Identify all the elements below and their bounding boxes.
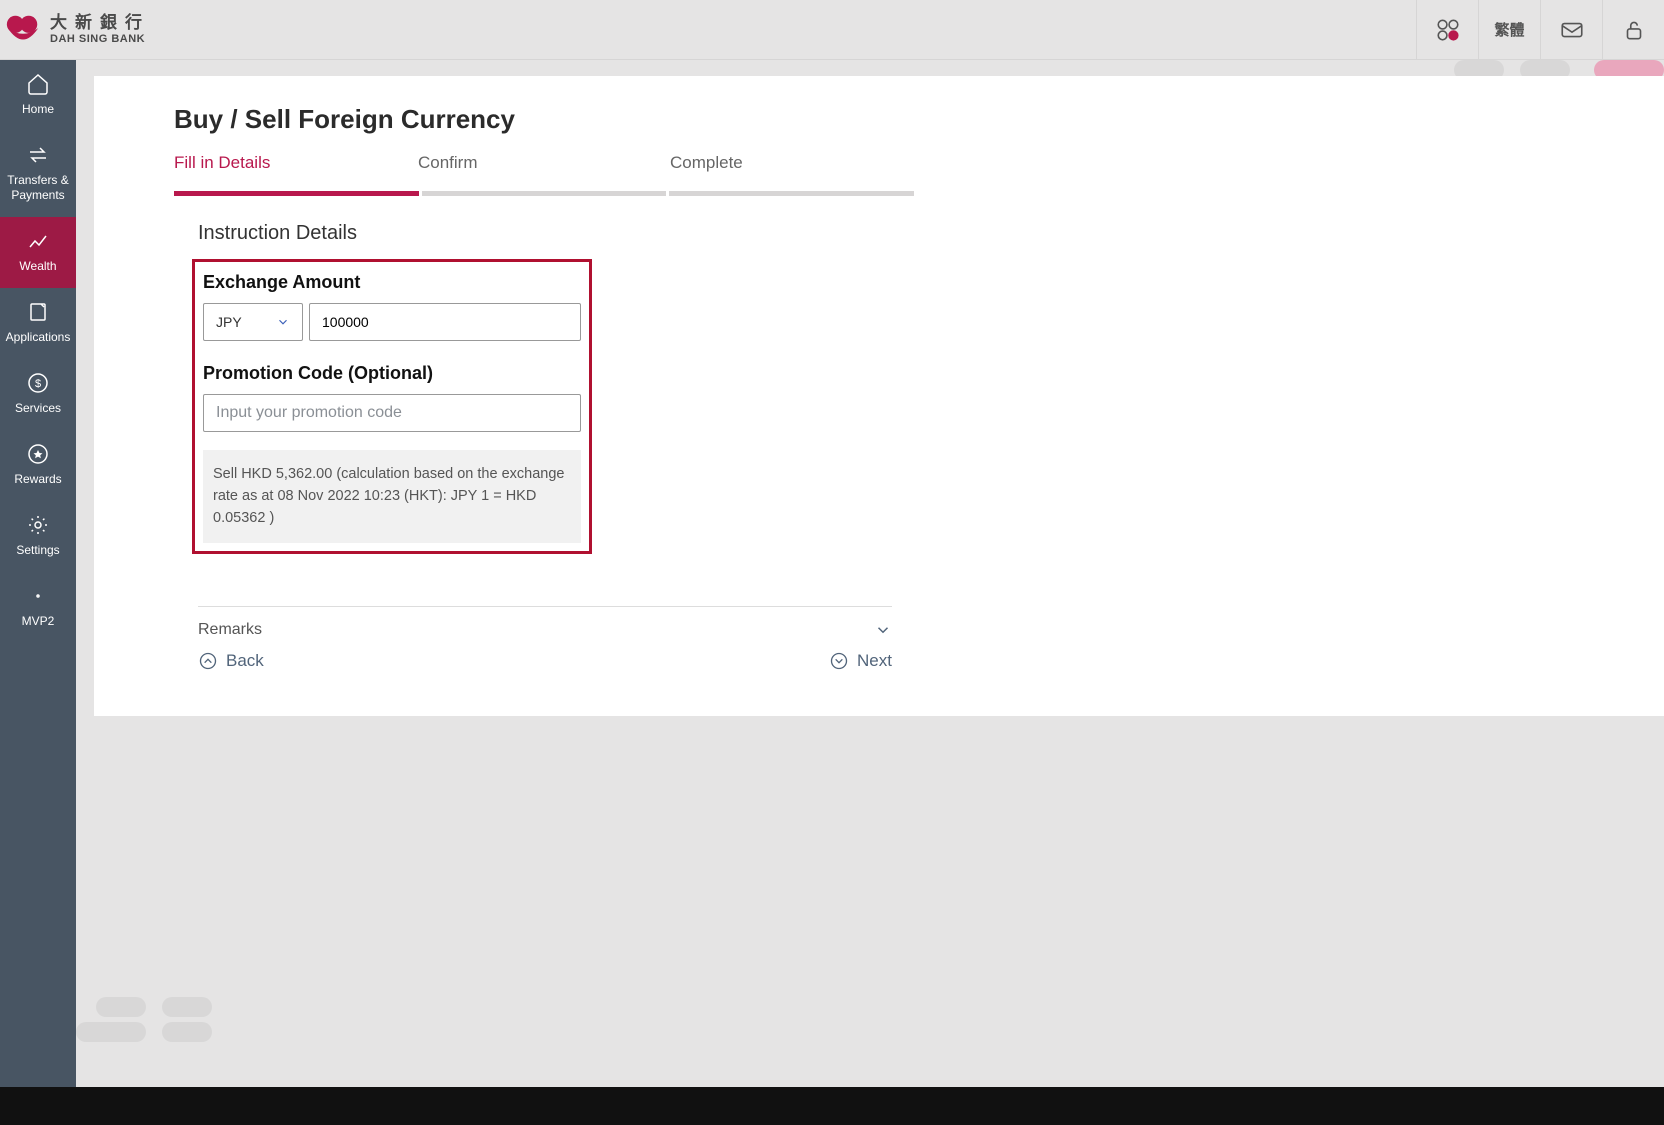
next-label: Next xyxy=(857,651,892,671)
app-header: 大新銀行 DAH SING BANK 繁體 xyxy=(0,0,1664,60)
step-complete: Complete xyxy=(662,153,914,183)
sidebar-item-label: Wealth xyxy=(19,259,56,274)
step-confirm: Confirm xyxy=(418,153,662,183)
svg-text:$: $ xyxy=(35,378,41,390)
next-button[interactable]: Next xyxy=(829,651,892,671)
step-fill-in-details[interactable]: Fill in Details xyxy=(174,153,418,183)
section-title: Instruction Details xyxy=(198,222,1044,245)
remarks-toggle[interactable]: Remarks xyxy=(198,621,892,639)
sidebar-item-mvp2[interactable]: MVP2 xyxy=(0,572,76,643)
amount-input[interactable] xyxy=(309,303,581,341)
currency-value: JPY xyxy=(216,314,242,330)
sidebar-item-applications[interactable]: Applications xyxy=(0,288,76,359)
divider xyxy=(198,606,892,607)
wealth-icon xyxy=(26,229,50,253)
page-title: Buy / Sell Foreign Currency xyxy=(174,104,1044,135)
sidebar-item-home[interactable]: Home xyxy=(0,60,76,131)
gear-icon xyxy=(26,513,50,537)
sidebar-item-label: Applications xyxy=(6,330,71,345)
brand-name-cn: 大新銀行 xyxy=(50,14,150,33)
exchange-rate-info: Sell HKD 5,362.00 (calculation based on … xyxy=(203,450,581,543)
step-indicator: Fill in Details Confirm Complete xyxy=(174,153,914,183)
sidebar-item-rewards[interactable]: Rewards xyxy=(0,430,76,501)
step-bar xyxy=(174,191,914,196)
sidebar-item-label: Services xyxy=(15,401,61,416)
sidebar-item-services[interactable]: $ Services xyxy=(0,359,76,430)
content-card: Buy / Sell Foreign Currency Fill in Deta… xyxy=(94,76,1664,716)
remarks-label: Remarks xyxy=(198,621,262,639)
circle-chevron-down-icon xyxy=(829,651,849,671)
currency-select[interactable]: JPY xyxy=(203,303,303,341)
footer-bar xyxy=(0,1087,1664,1125)
back-label: Back xyxy=(226,651,264,671)
circle-chevron-up-icon xyxy=(198,651,218,671)
instruction-details-box: Exchange Amount JPY Promotion Code (Opti… xyxy=(192,259,592,554)
mail-icon[interactable] xyxy=(1540,0,1602,60)
main-area: Buy / Sell Foreign Currency Fill in Deta… xyxy=(76,60,1664,1087)
sidebar-item-label: Settings xyxy=(16,543,59,558)
services-icon: $ xyxy=(26,371,50,395)
sidebar-item-label: Home xyxy=(22,102,54,117)
language-toggle[interactable]: 繁體 xyxy=(1478,0,1540,60)
brand-name-en: DAH SING BANK xyxy=(50,33,150,45)
chevron-down-icon xyxy=(276,315,290,329)
sidebar-item-transfers-payments[interactable]: Transfers & Payments xyxy=(0,131,76,217)
sidebar-item-settings[interactable]: Settings xyxy=(0,501,76,572)
exchange-amount-label: Exchange Amount xyxy=(203,272,581,293)
lock-icon[interactable] xyxy=(1602,0,1664,60)
sidebar-item-label: MVP2 xyxy=(22,614,55,629)
mvp2-icon xyxy=(26,584,50,608)
chevron-down-icon xyxy=(874,621,892,639)
back-button[interactable]: Back xyxy=(198,651,264,671)
brand-logo: 大新銀行 DAH SING BANK xyxy=(0,11,150,49)
home-icon xyxy=(26,72,50,96)
sidebar-item-label: Transfers & Payments xyxy=(2,173,74,203)
sidebar-item-wealth[interactable]: Wealth xyxy=(0,217,76,288)
transfers-icon xyxy=(26,143,50,167)
promotion-code-input[interactable] xyxy=(203,394,581,432)
rewards-icon xyxy=(26,442,50,466)
sidebar: Home Transfers & Payments Wealth Applica… xyxy=(0,60,76,1087)
applications-icon xyxy=(26,300,50,324)
sidebar-item-label: Rewards xyxy=(14,472,61,487)
promotion-code-label: Promotion Code (Optional) xyxy=(203,363,581,384)
apps-icon[interactable] xyxy=(1416,0,1478,60)
brand-logo-mark xyxy=(4,11,42,49)
